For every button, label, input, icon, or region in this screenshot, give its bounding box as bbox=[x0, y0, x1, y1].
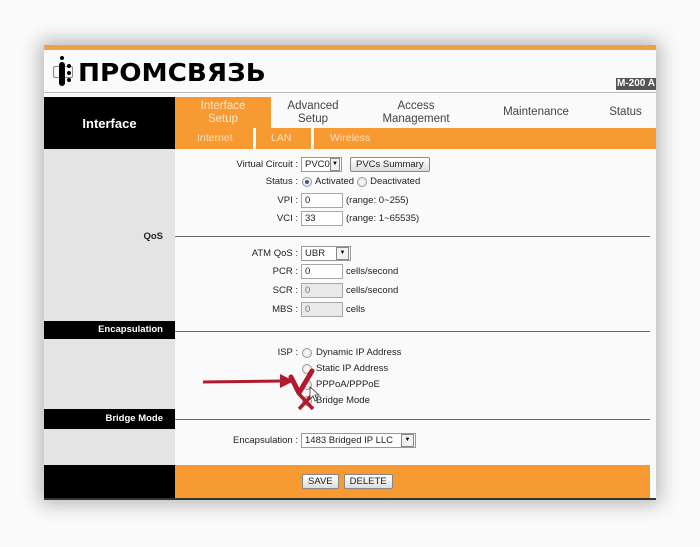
status-label: Status : bbox=[265, 176, 298, 187]
save-button[interactable]: SAVE bbox=[302, 474, 339, 489]
mbs-label: MBS : bbox=[272, 304, 298, 315]
vpi-label: VPI : bbox=[277, 195, 298, 206]
vpi-row: VPI : (range: 0~255) bbox=[194, 193, 409, 208]
isp-pppoe-row: PPPoA/PPPoE bbox=[302, 379, 380, 390]
dropdown-arrow-icon: ▼ bbox=[336, 247, 349, 260]
section-title: Interface bbox=[44, 97, 175, 149]
vpi-range: (range: 0~255) bbox=[346, 195, 409, 206]
status-deactivated-label: Deactivated bbox=[370, 176, 421, 187]
isp-dynamic-row: ISP : Dynamic IP Address bbox=[194, 347, 402, 358]
dropdown-arrow-icon: ▼ bbox=[401, 434, 414, 447]
isp-dynamic-label: Dynamic IP Address bbox=[316, 347, 402, 358]
sub-nav: Internet LAN Wireless bbox=[175, 128, 656, 149]
vci-input[interactable] bbox=[301, 211, 343, 226]
status-activated-label: Activated bbox=[315, 176, 355, 187]
tab-label: Setup bbox=[207, 112, 239, 125]
subtab-separator bbox=[311, 128, 314, 149]
bottom-border bbox=[44, 498, 656, 500]
pcr-label: PCR : bbox=[272, 266, 298, 277]
isp-label: ISP : bbox=[277, 347, 298, 358]
main-nav: Interface Setup Advanced Setup Access Manag… bbox=[175, 97, 656, 128]
atm-qos-value: UBR bbox=[305, 248, 326, 259]
atm-qos-label: ATM QoS : bbox=[251, 248, 298, 259]
tab-label: Maintenance bbox=[503, 106, 569, 118]
pcr-input[interactable] bbox=[301, 264, 343, 279]
isp-pppoe-label: PPPoA/PPPoE bbox=[316, 379, 380, 390]
tab-maintenance[interactable]: Maintenance bbox=[481, 97, 591, 128]
dropdown-arrow-icon: ▼ bbox=[329, 158, 340, 171]
bridge-mode-divider bbox=[175, 419, 650, 420]
status-deactivated-radio[interactable] bbox=[357, 176, 368, 187]
isp-static-label: Static IP Address bbox=[316, 363, 389, 374]
vpi-input[interactable] bbox=[301, 193, 343, 208]
status-row: Status : Activated Deactivated bbox=[194, 176, 420, 187]
brand-name: ПРОМСВЯЗЬ bbox=[78, 57, 266, 87]
pvcs-summary-button[interactable]: PVCs Summary bbox=[350, 157, 430, 172]
vci-row: VCI : (range: 1~65535) bbox=[194, 211, 419, 226]
bridge-mode-section-header: Bridge Mode bbox=[44, 409, 175, 429]
encapsulation-select[interactable]: 1483 Bridged IP LLC ▼ bbox=[301, 433, 416, 448]
router-admin-window: ПРОМСВЯЗЬ M-200 A Interface Interface Set… bbox=[44, 45, 656, 500]
model-badge: M-200 A bbox=[616, 78, 656, 90]
scr-row: SCR : cells/second bbox=[194, 283, 398, 298]
delete-button[interactable]: DELETE bbox=[343, 474, 393, 489]
encapsulation-value: 1483 Bridged IP LLC bbox=[305, 435, 394, 446]
isp-bridge-radio[interactable] bbox=[302, 395, 312, 406]
pcr-unit: cells/second bbox=[346, 266, 399, 277]
virtual-circuit-value: PVC0 bbox=[305, 159, 330, 170]
vci-label: VCI : bbox=[276, 213, 298, 224]
isp-bridge-row: Bridge Mode bbox=[302, 395, 370, 406]
encapsulation-row: Encapsulation : 1483 Bridged IP LLC ▼ bbox=[194, 433, 416, 448]
qos-section-label: QoS bbox=[143, 231, 163, 242]
tab-status[interactable]: Status bbox=[595, 97, 656, 128]
scr-label: SCR : bbox=[272, 285, 298, 296]
tab-label: Interface bbox=[200, 99, 246, 112]
scr-unit: cells/second bbox=[346, 285, 399, 296]
action-bar: SAVE DELETE bbox=[175, 465, 650, 498]
logo-icon bbox=[52, 56, 74, 88]
atm-qos-row: ATM QoS : UBR ▼ bbox=[194, 246, 351, 261]
tab-label: Status bbox=[609, 106, 642, 118]
virtual-circuit-row: Virtual Circuit : PVC0 ▼ PVCs Summary bbox=[194, 157, 430, 172]
isp-bridge-label: Bridge Mode bbox=[316, 395, 370, 406]
status-activated-radio[interactable] bbox=[302, 176, 312, 187]
encapsulation-label: Encapsulation : bbox=[233, 435, 298, 446]
subtab-wireless[interactable]: Wireless bbox=[330, 128, 370, 149]
encapsulation-section-header: Encapsulation bbox=[44, 321, 175, 339]
mbs-input[interactable] bbox=[301, 302, 343, 317]
pcr-row: PCR : cells/second bbox=[194, 264, 398, 279]
top-accent-bar bbox=[44, 45, 656, 50]
encapsulation-divider bbox=[175, 331, 650, 332]
qos-divider bbox=[175, 236, 650, 237]
tab-advanced-setup[interactable]: Advanced Setup bbox=[271, 97, 355, 128]
tab-label: Setup bbox=[297, 112, 329, 125]
footer-left bbox=[44, 465, 175, 498]
scr-input[interactable] bbox=[301, 283, 343, 298]
isp-dynamic-radio[interactable] bbox=[302, 347, 312, 358]
virtual-circuit-label: Virtual Circuit : bbox=[236, 159, 298, 170]
tab-access-management[interactable]: Access Management bbox=[361, 97, 471, 128]
tab-label: Advanced bbox=[287, 99, 339, 112]
brand-logo: ПРОМСВЯЗЬ bbox=[52, 55, 266, 89]
subtab-internet[interactable]: Internet bbox=[197, 128, 233, 149]
subtab-separator bbox=[253, 128, 256, 149]
isp-static-radio[interactable] bbox=[302, 363, 312, 374]
isp-pppoe-radio[interactable] bbox=[302, 379, 312, 390]
tab-label: Management bbox=[382, 112, 450, 125]
atm-qos-select[interactable]: UBR ▼ bbox=[301, 246, 351, 261]
subtab-lan[interactable]: LAN bbox=[271, 128, 291, 149]
mbs-row: MBS : cells bbox=[194, 302, 365, 317]
tab-label: Access bbox=[397, 99, 435, 112]
virtual-circuit-select[interactable]: PVC0 ▼ bbox=[301, 157, 342, 172]
mbs-unit: cells bbox=[346, 304, 366, 315]
header-divider bbox=[44, 92, 656, 93]
vci-range: (range: 1~65535) bbox=[346, 213, 420, 224]
isp-static-row: Static IP Address bbox=[302, 363, 388, 374]
tab-interface-setup[interactable]: Interface Setup bbox=[175, 97, 271, 128]
